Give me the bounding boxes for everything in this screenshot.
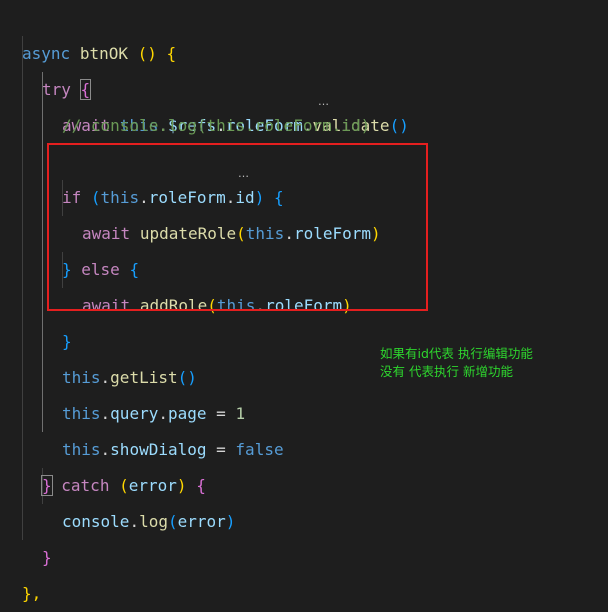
- hint-dots: …: [318, 95, 330, 108]
- code-line-15: }: [42, 548, 52, 567]
- matched-brace: }: [41, 475, 53, 496]
- highlight-box: [47, 143, 428, 311]
- code-line-11: this.query.page = 1: [62, 404, 246, 423]
- indent-guide-level-1: [22, 36, 23, 540]
- code-line-13: } catch (error) {: [41, 475, 206, 496]
- code-line-2: try {: [42, 36, 92, 100]
- code-line-3: await this.$refs.roleForm.validate(): [62, 116, 409, 135]
- code-line-14: console.log(error): [62, 512, 236, 531]
- code-line-1: async btnOK () {: [22, 44, 177, 63]
- code-line-4-comment: // console.log(this.roleForm.id): [62, 116, 371, 135]
- annotation-line-1: 如果有id代表 执行编辑功能: [380, 346, 533, 361]
- indent-guide-level-2-active: [42, 72, 43, 432]
- code-line-16: },: [22, 584, 42, 603]
- annotation-line-2: 没有 代表执行 新增功能: [380, 364, 513, 379]
- code-line-10: this.getList(): [62, 368, 197, 387]
- code-line-12: this.showDialog = false: [62, 440, 284, 459]
